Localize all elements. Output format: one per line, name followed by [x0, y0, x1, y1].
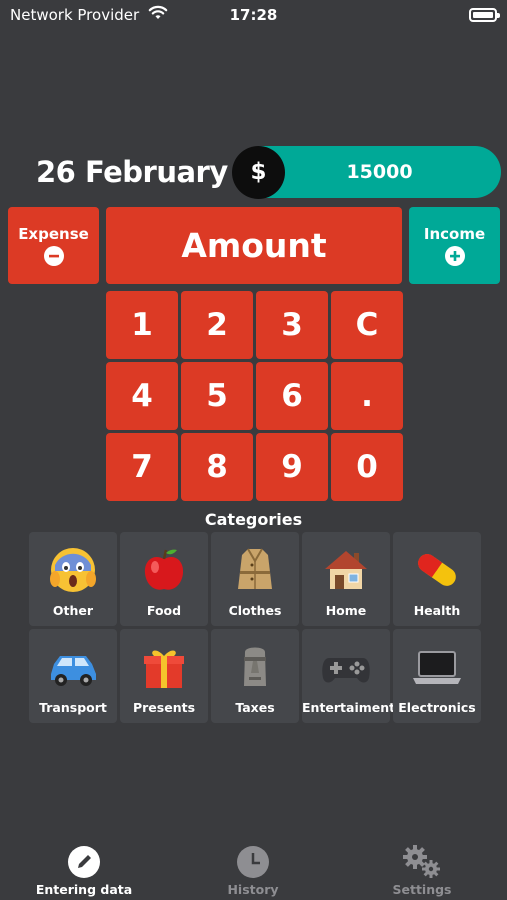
- plus-circle-icon: [444, 246, 465, 266]
- gamepad-icon: [302, 639, 390, 695]
- tab-settings[interactable]: Settings: [352, 840, 492, 897]
- expense-label: Expense: [18, 225, 89, 243]
- tab-label: History: [227, 882, 279, 897]
- coat-icon: [211, 542, 299, 598]
- key-decimal[interactable]: .: [331, 362, 403, 430]
- key-3[interactable]: 3: [256, 291, 328, 359]
- key-2[interactable]: 2: [181, 291, 253, 359]
- category-label: Transport: [39, 700, 107, 715]
- minus-circle-icon: [43, 246, 64, 266]
- category-entertaiments[interactable]: Entertaiments: [302, 629, 403, 723]
- category-label: Clothes: [228, 603, 282, 618]
- tab-label: Entering data: [35, 882, 133, 897]
- keypad: 1 2 3 C 4 5 6 . 7 8 9 0: [106, 291, 403, 501]
- category-label: Food: [146, 603, 182, 618]
- tab-history[interactable]: History: [183, 840, 323, 897]
- category-label: Taxes: [235, 700, 275, 715]
- tab-entering-data[interactable]: Entering data: [14, 840, 154, 897]
- screaming-face-icon: [29, 542, 117, 598]
- income-label: Income: [423, 225, 486, 243]
- clock-icon: [183, 845, 323, 879]
- app-screen: Network Provider 17:28 26 February 15000…: [0, 0, 507, 900]
- category-clothes[interactable]: Clothes: [211, 532, 299, 626]
- category-transport[interactable]: Transport: [29, 629, 117, 723]
- categories-grid: Other Food Clothes Home Health Transport…: [29, 532, 481, 723]
- category-presents[interactable]: Presents: [120, 629, 208, 723]
- category-taxes[interactable]: Taxes: [211, 629, 299, 723]
- gift-icon: [120, 639, 208, 695]
- key-6[interactable]: 6: [256, 362, 328, 430]
- current-date: 26 February: [36, 155, 228, 189]
- key-clear[interactable]: C: [331, 291, 403, 359]
- currency-button[interactable]: $: [232, 146, 285, 199]
- status-time: 17:28: [229, 6, 278, 24]
- category-label: Health: [413, 603, 461, 618]
- category-label: Presents: [132, 700, 196, 715]
- key-1[interactable]: 1: [106, 291, 178, 359]
- category-food[interactable]: Food: [120, 532, 208, 626]
- expense-button[interactable]: Expense: [8, 207, 99, 284]
- key-9[interactable]: 9: [256, 433, 328, 501]
- category-label: Home: [325, 603, 367, 618]
- status-bar: Network Provider 17:28: [0, 0, 507, 30]
- battery-icon: [469, 8, 500, 22]
- category-home[interactable]: Home: [302, 532, 390, 626]
- key-7[interactable]: 7: [106, 433, 178, 501]
- income-button[interactable]: Income: [409, 207, 500, 284]
- car-icon: [29, 639, 117, 695]
- key-0[interactable]: 0: [331, 433, 403, 501]
- key-8[interactable]: 8: [181, 433, 253, 501]
- category-label: Electronics: [398, 700, 476, 715]
- key-4[interactable]: 4: [106, 362, 178, 430]
- category-health[interactable]: Health: [393, 532, 481, 626]
- category-other[interactable]: Other: [29, 532, 117, 626]
- balance-bar[interactable]: 15000: [258, 146, 501, 198]
- category-label: Other: [52, 603, 94, 618]
- balance-value: 15000: [346, 161, 413, 183]
- moai-icon: [211, 639, 299, 695]
- laptop-icon: [393, 639, 481, 695]
- category-electronics[interactable]: Electronics: [393, 629, 481, 723]
- pill-icon: [393, 542, 481, 598]
- house-icon: [302, 542, 390, 598]
- key-5[interactable]: 5: [181, 362, 253, 430]
- red-apple-icon: [120, 542, 208, 598]
- category-label: Entertaiments: [302, 700, 403, 715]
- tab-bar: Entering data History Settings: [0, 840, 507, 900]
- pencil-icon: [14, 845, 154, 879]
- gears-icon: [352, 845, 492, 879]
- amount-display[interactable]: Amount: [106, 207, 402, 284]
- tab-label: Settings: [392, 882, 452, 897]
- categories-title: Categories: [204, 510, 303, 529]
